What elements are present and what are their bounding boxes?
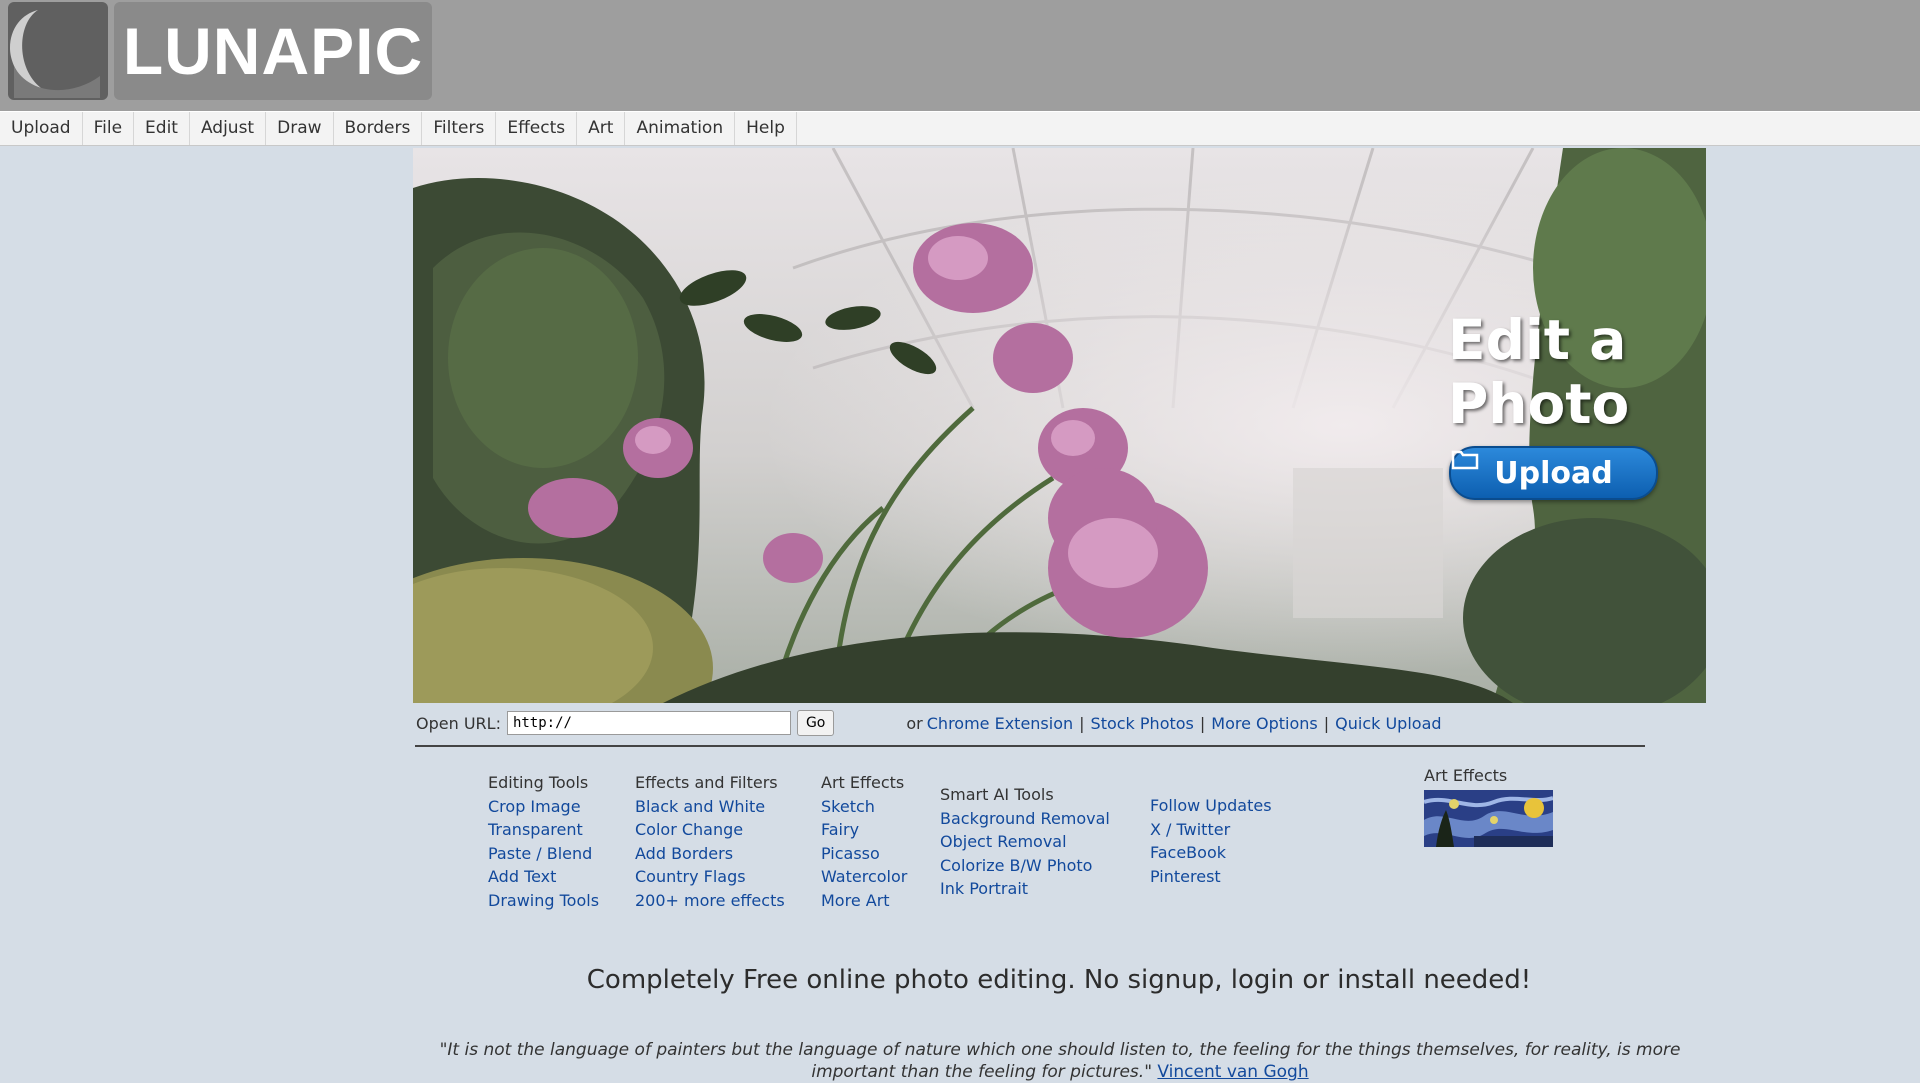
social-links-column: Follow Updates X / Twitter FaceBook Pint… <box>1150 794 1272 888</box>
go-button[interactable]: Go <box>796 710 835 736</box>
starry-night-thumbnail[interactable] <box>1424 790 1553 847</box>
site-header: LUNAPIC <box>0 0 1920 111</box>
pinterest-link[interactable]: Pinterest <box>1150 865 1272 889</box>
colorize-photo-link[interactable]: Colorize B/W Photo <box>940 854 1110 878</box>
add-text-link[interactable]: Add Text <box>488 865 599 889</box>
transparent-link[interactable]: Transparent <box>488 818 599 842</box>
moon-logo-icon[interactable] <box>8 2 108 100</box>
art-effects-column: Art Effects Sketch Fairy Picasso Waterco… <box>821 771 907 912</box>
effects-filters-column: Effects and Filters Black and White Colo… <box>635 771 785 912</box>
column-heading: Effects and Filters <box>635 773 778 792</box>
link-separator: | <box>1323 713 1330 733</box>
hero-banner[interactable]: Edit a Photo Upload <box>413 148 1706 703</box>
twitter-link[interactable]: X / Twitter <box>1150 818 1272 842</box>
chrome-extension-link[interactable]: Chrome Extension <box>927 714 1073 733</box>
smart-ai-tools-column: Smart AI Tools Background Removal Object… <box>940 783 1110 901</box>
ink-portrait-link[interactable]: Ink Portrait <box>940 877 1110 901</box>
follow-updates-link[interactable]: Follow Updates <box>1150 794 1272 818</box>
quote-author-link[interactable]: Vincent van Gogh <box>1157 1062 1308 1082</box>
editing-tools-column: Editing Tools Crop Image Transparent Pas… <box>488 771 599 912</box>
crop-image-link[interactable]: Crop Image <box>488 795 599 819</box>
color-change-link[interactable]: Color Change <box>635 818 785 842</box>
more-options-link[interactable]: More Options <box>1211 714 1317 733</box>
menu-upload[interactable]: Upload <box>0 112 83 145</box>
hero-upload-button[interactable]: Upload <box>1449 446 1658 500</box>
sketch-link[interactable]: Sketch <box>821 795 907 819</box>
quick-upload-link[interactable]: Quick Upload <box>1335 714 1441 733</box>
column-heading: Art Effects <box>821 773 905 792</box>
fairy-link[interactable]: Fairy <box>821 818 907 842</box>
stock-photos-link[interactable]: Stock Photos <box>1091 714 1194 733</box>
menu-effects[interactable]: Effects <box>496 112 578 145</box>
menu-animation[interactable]: Animation <box>625 112 736 145</box>
hero-upload-label: Upload <box>1494 455 1613 491</box>
column-heading: Smart AI Tools <box>940 785 1054 804</box>
section-divider <box>415 745 1645 747</box>
link-separator: | <box>1199 713 1206 733</box>
paste-blend-link[interactable]: Paste / Blend <box>488 842 599 866</box>
add-borders-link[interactable]: Add Borders <box>635 842 785 866</box>
more-art-link[interactable]: More Art <box>821 889 907 913</box>
main-menu: Upload File Edit Adjust Draw Borders Fil… <box>0 111 1920 146</box>
quote-text: "It is not the language of painters but … <box>439 1040 1681 1082</box>
menu-art[interactable]: Art <box>577 112 626 145</box>
menu-filters[interactable]: Filters <box>422 112 497 145</box>
picasso-link[interactable]: Picasso <box>821 842 907 866</box>
art-effects-label: Art Effects <box>1424 766 1508 785</box>
menu-draw[interactable]: Draw <box>266 112 334 145</box>
menu-borders[interactable]: Borders <box>334 112 423 145</box>
menu-file[interactable]: File <box>83 112 135 145</box>
quote: "It is not the language of painters but … <box>420 1039 1700 1083</box>
brand-logo[interactable]: LUNAPIC <box>114 2 432 100</box>
black-and-white-link[interactable]: Black and White <box>635 795 785 819</box>
menu-edit[interactable]: Edit <box>134 112 190 145</box>
hero-title: Edit a Photo <box>1448 308 1630 436</box>
column-heading: Editing Tools <box>488 773 589 792</box>
facebook-link[interactable]: FaceBook <box>1150 841 1272 865</box>
or-text: or <box>906 713 923 733</box>
open-url-label: Open URL: <box>416 713 501 733</box>
menu-help[interactable]: Help <box>735 112 797 145</box>
open-url-row: Open URL: Go or Chrome Extension | Stock… <box>416 707 1646 739</box>
tagline: Completely Free online photo editing. No… <box>586 965 1532 995</box>
menu-adjust[interactable]: Adjust <box>190 112 267 145</box>
open-url-input[interactable] <box>506 711 791 735</box>
drawing-tools-link[interactable]: Drawing Tools <box>488 889 599 913</box>
link-separator: | <box>1079 713 1085 733</box>
folder-icon <box>1451 450 1479 470</box>
watercolor-link[interactable]: Watercolor <box>821 865 907 889</box>
more-effects-link[interactable]: 200+ more effects <box>635 889 785 913</box>
country-flags-link[interactable]: Country Flags <box>635 865 785 889</box>
background-removal-link[interactable]: Background Removal <box>940 807 1110 831</box>
object-removal-link[interactable]: Object Removal <box>940 830 1110 854</box>
